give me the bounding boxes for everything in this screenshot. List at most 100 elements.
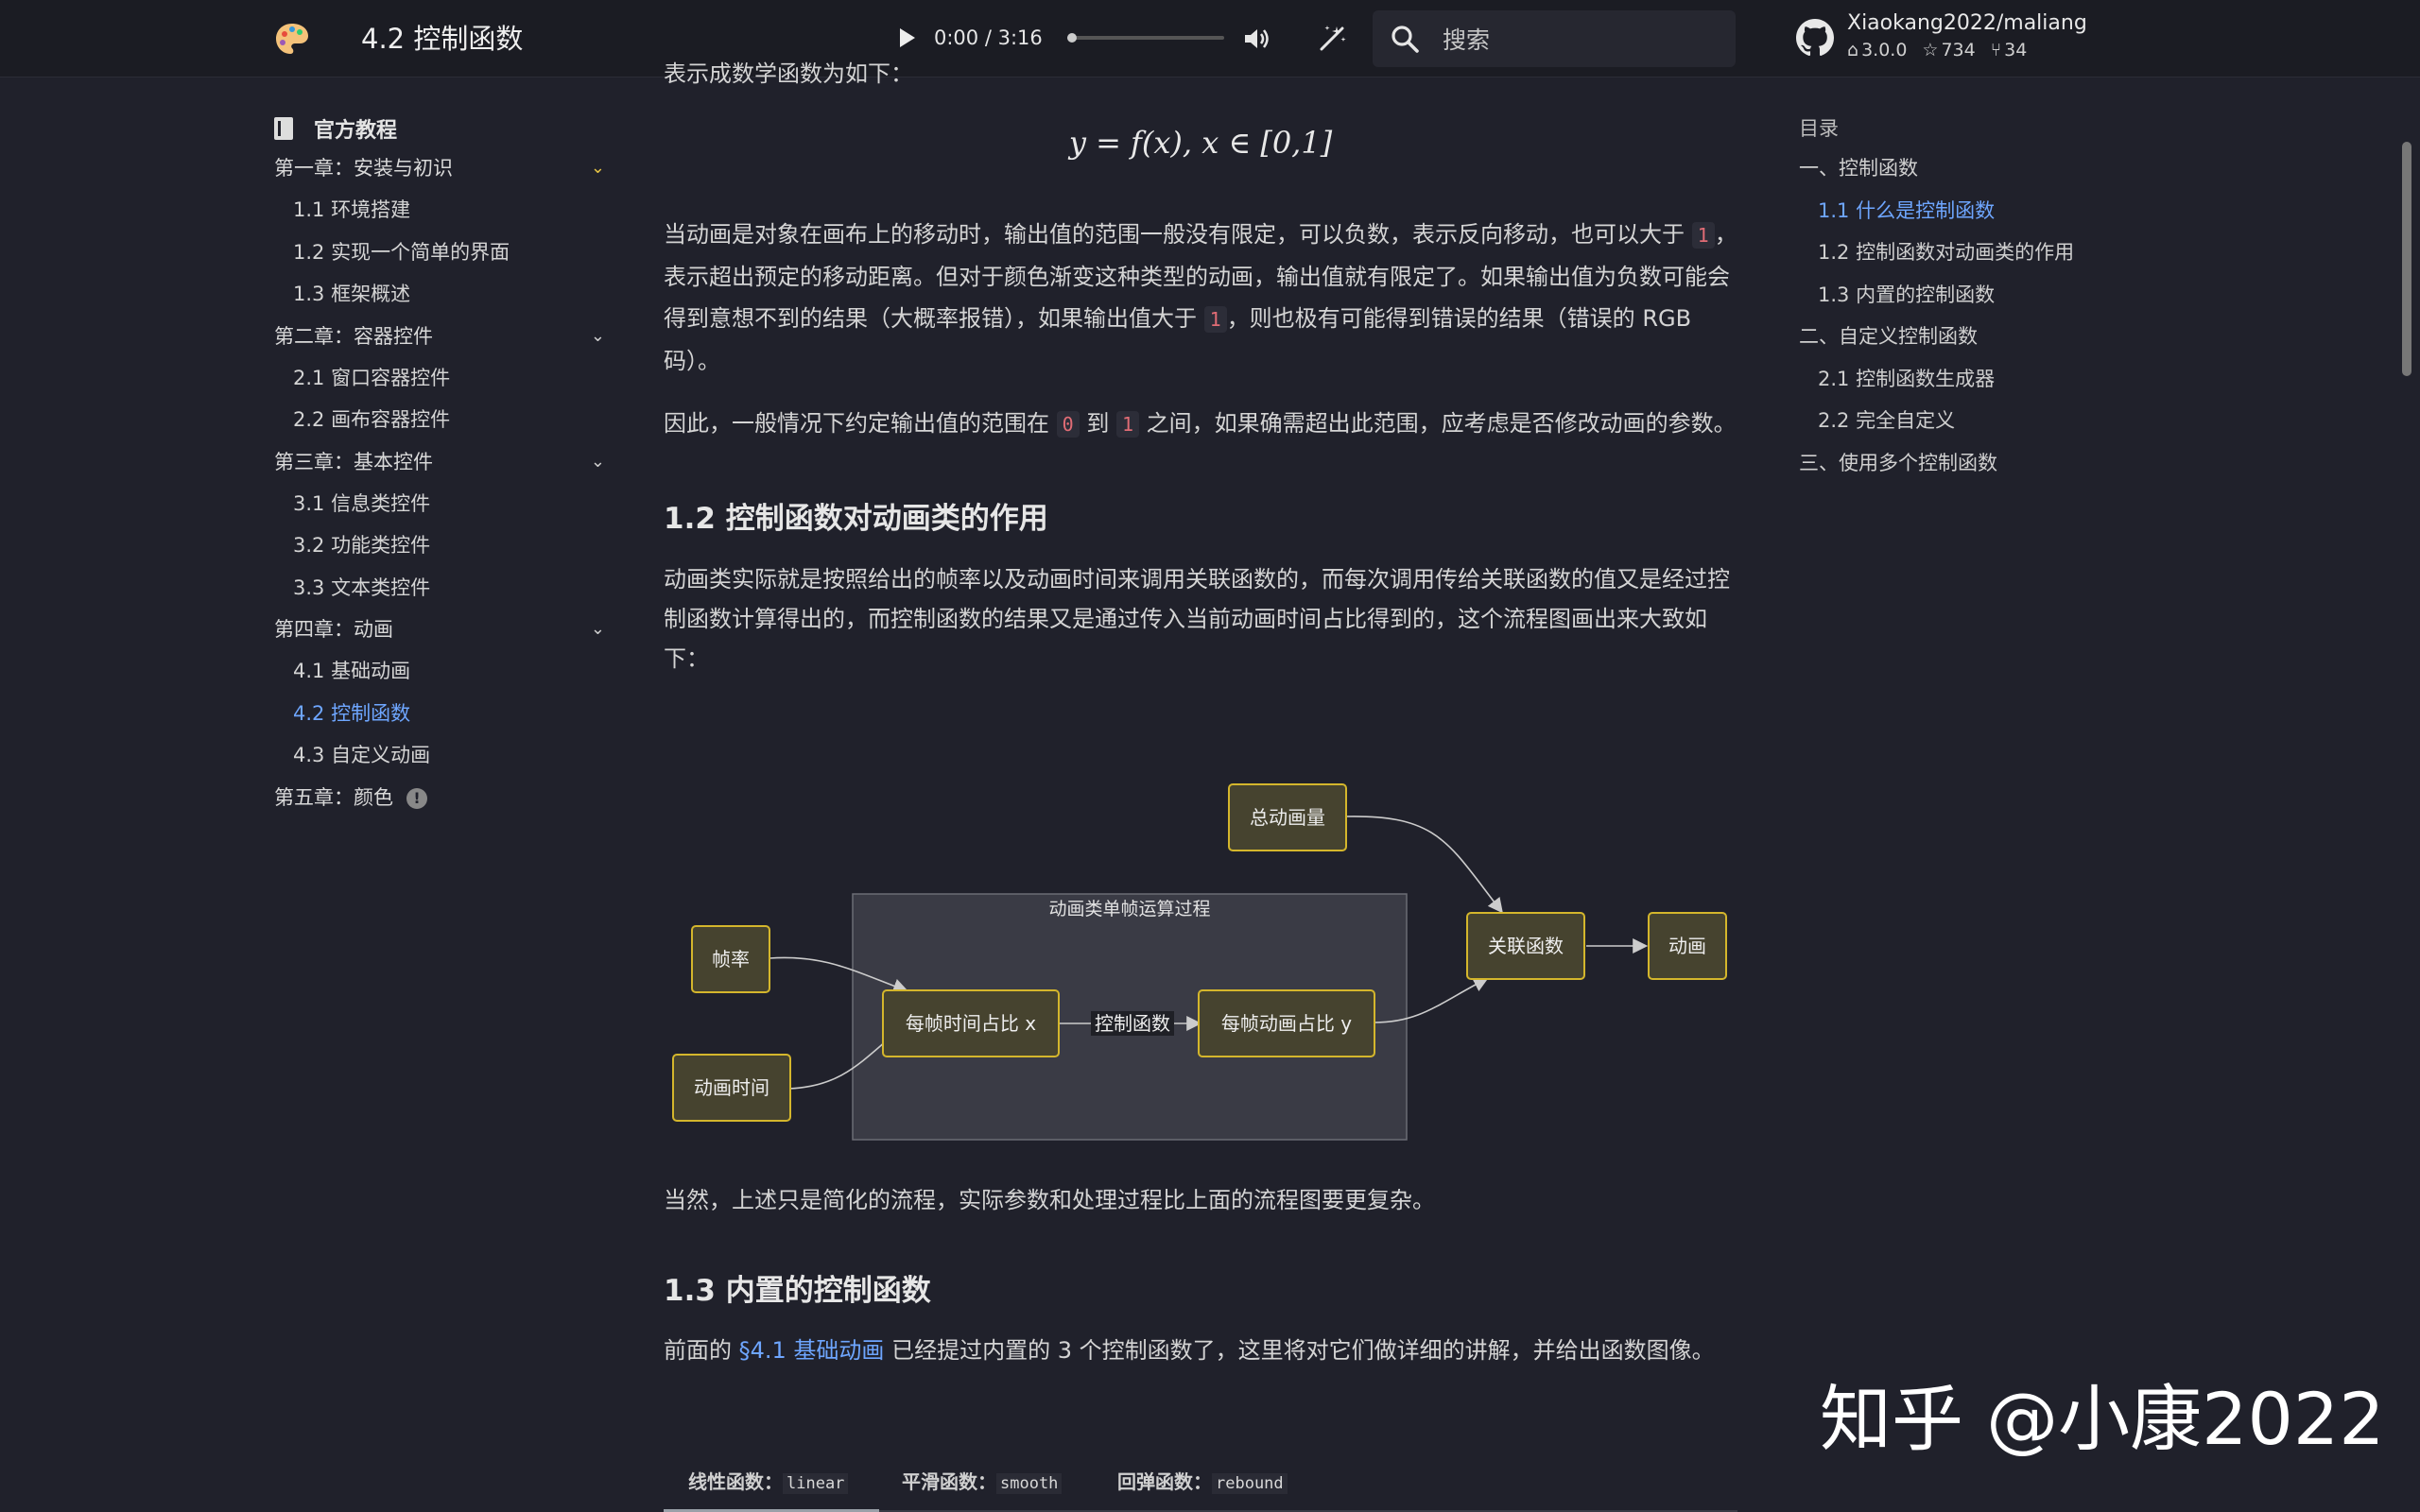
sidebar-title-label: 官方教程 [314,113,397,144]
toc-item[interactable]: 1.2 控制函数对动画类的作用 [1799,232,2139,274]
paragraph-convention: 因此，一般情况下约定输出值的范围在 0 到 1 之间，如果确需超出此范围，应考虑… [664,403,1737,445]
chapter-label: 第一章：安装与初识 [274,157,453,180]
inline-code: 1 [1116,411,1139,438]
chapter-label: 第四章：动画 [274,618,393,641]
repo-version: 3.0.0 [1861,40,1907,60]
repo-stats: ⌂3.0.0 ☆734 ⑂34 [1847,40,2027,60]
paragraph-simplified: 当然，上述只是简化的流程，实际参数和处理过程比上面的流程图要更复杂。 [664,1179,1737,1221]
node-animation: 动画 [1649,913,1726,979]
inline-code: 1 [1692,222,1715,249]
tab-code: rebound [1212,1473,1288,1494]
audio-progress-slider[interactable] [1067,36,1224,40]
node-label: 关联函数 [1488,935,1564,957]
inline-code: 1 [1204,306,1227,333]
node-label: 动画时间 [694,1076,769,1099]
chevron-down-icon[interactable]: ⌄ [591,316,605,357]
toc-item[interactable]: 1.3 内置的控制函数 [1799,274,2139,317]
watermark: 知乎 @小康2022 [1820,1361,2385,1465]
toc-item[interactable]: 2.1 控制函数生成器 [1799,358,2139,401]
sidebar-item[interactable]: 3.1 信息类控件 [274,483,605,525]
sidebar-item[interactable]: 4.1 基础动画 [274,650,605,693]
sidebar-item[interactable]: 2.1 窗口容器控件 [274,357,605,400]
book-icon [274,117,293,140]
group-label: 动画类单帧运算过程 [1048,899,1210,919]
audio-time: 0:00 / 3:16 [934,26,1043,49]
node-time-ratio-x: 每帧时间占比 x [883,990,1059,1057]
tab-label: 回弹函数： [1117,1470,1212,1493]
chapter-label: 第五章：颜色 [274,786,393,809]
sidebar-chapter-3[interactable]: 第三章：基本控件 ⌄ [274,441,605,483]
sidebar-item[interactable]: 2.2 画布容器控件 [274,399,605,441]
node-duration: 动画时间 [673,1055,790,1121]
info-icon: ! [406,788,427,809]
sidebar-chapter-4[interactable]: 第四章：动画 ⌄ [274,609,605,650]
toc-title: 目录 [1799,110,2139,147]
text: 前面的 [664,1337,739,1364]
page-title: 4.2 控制函数 [361,19,523,59]
sidebar-chapter-5[interactable]: 第五章：颜色! [274,777,605,818]
toc-item[interactable]: 一、控制函数 [1799,147,2139,190]
chapter-label: 第三章：基本控件 [274,451,433,473]
sidebar-item-active[interactable]: 4.2 控制函数 [274,693,605,735]
sidebar-nav: 官方教程 第一章：安装与初识 ⌄ 1.1 环境搭建 1.2 实现一个简单的界面 … [274,110,605,818]
text: 当动画是对象在画布上的移动时，输出值的范围一般没有限定，可以负数，表示反向移动，… [664,221,1692,248]
chevron-down-icon[interactable]: ⌄ [591,609,605,650]
sidebar-chapter-2[interactable]: 第二章：容器控件 ⌄ [274,316,605,357]
theme-toggle-icon[interactable] [1316,23,1348,55]
repo-forks: 34 [2004,40,2027,60]
node-label: 每帧时间占比 x [906,1012,1036,1035]
tag-icon: ⌂ [1847,40,1858,60]
sidebar-title[interactable]: 官方教程 [274,110,605,147]
heading-1-3: 1.3 内置的控制函数 [664,1266,1737,1309]
sidebar-item[interactable]: 3.3 文本类控件 [274,567,605,610]
tab-label: 平滑函数： [902,1470,996,1493]
page-scrollbar[interactable] [2402,142,2411,376]
tab-smooth[interactable]: 平滑函数：smooth [902,1467,1062,1494]
node-anim-ratio-y: 每帧动画占比 y [1199,990,1374,1057]
palette-logo-icon[interactable] [274,21,310,57]
chevron-down-icon[interactable]: ⌄ [591,147,605,189]
node-label: 总动画量 [1250,806,1325,829]
node-label: 帧率 [712,948,750,971]
repo-stars: 734 [1941,40,1975,60]
paragraph-output-range: 当动画是对象在画布上的移动时，输出值的范围一般没有限定，可以负数，表示反向移动，… [664,214,1737,382]
tab-linear[interactable]: 线性函数：linear [688,1467,848,1494]
tab-code: smooth [996,1473,1062,1494]
sidebar-item[interactable]: 3.2 功能类控件 [274,524,605,567]
node-total-animation: 总动画量 [1229,784,1346,850]
paragraph-flow: 动画类实际就是按照给出的帧率以及动画时间来调用关联函数的，而每次调用传给关联函数… [664,559,1737,679]
function-tabs: 线性函数：linear 平滑函数：smooth 回弹函数：rebound [664,1455,1737,1512]
audio-progress-thumb[interactable] [1067,33,1077,43]
sidebar-item[interactable]: 1.3 框架概述 [274,273,605,316]
volume-icon[interactable] [1242,25,1270,53]
toc-item[interactable]: 三、使用多个控制函数 [1799,442,2139,485]
chevron-down-icon[interactable]: ⌄ [591,441,605,483]
sidebar-item[interactable]: 1.2 实现一个简单的界面 [274,232,605,274]
node-label: 每帧动画占比 y [1221,1012,1352,1035]
sidebar-chapter-1[interactable]: 第一章：安装与初识 ⌄ [274,147,605,189]
main-content: 表示成数学函数为如下： y = f(x), x ∈ [0,1] 当动画是对象在画… [664,57,1737,679]
node-fps: 帧率 [692,926,769,992]
chapter-label: 第二章：容器控件 [274,325,433,348]
link-basic-animation[interactable]: §4.1 基础动画 [739,1337,885,1364]
main-content-lower: 当然，上述只是简化的流程，实际参数和处理过程比上面的流程图要更复杂。 1.3 内… [664,1179,1737,1371]
toc-item[interactable]: 二、自定义控制函数 [1799,316,2139,358]
github-icon [1796,19,1834,57]
inline-code: 0 [1057,411,1080,438]
play-icon[interactable] [900,28,915,47]
sidebar-item[interactable]: 1.1 环境搭建 [274,189,605,232]
heading-1-2: 1.2 控制函数对动画类的作用 [664,494,1737,537]
toc-item-active[interactable]: 1.1 什么是控制函数 [1799,190,2139,232]
table-of-contents: 目录 一、控制函数 1.1 什么是控制函数 1.2 控制函数对动画类的作用 1.… [1799,110,2139,484]
tab-rebound[interactable]: 回弹函数：rebound [1117,1467,1288,1494]
sidebar-item[interactable]: 4.3 自定义动画 [274,734,605,777]
intro-text: 表示成数学函数为如下： [664,53,1737,94]
repo-name: Xiaokang2022/maliang [1847,11,2087,35]
tab-code: linear [783,1473,848,1494]
fork-icon: ⑂ [1991,40,2001,60]
toc-item[interactable]: 2.2 完全自定义 [1799,400,2139,442]
node-callback-function: 关联函数 [1467,913,1584,979]
star-icon: ☆ [1922,40,1938,60]
tab-label: 线性函数： [688,1470,783,1493]
node-label: 动画 [1668,935,1706,957]
